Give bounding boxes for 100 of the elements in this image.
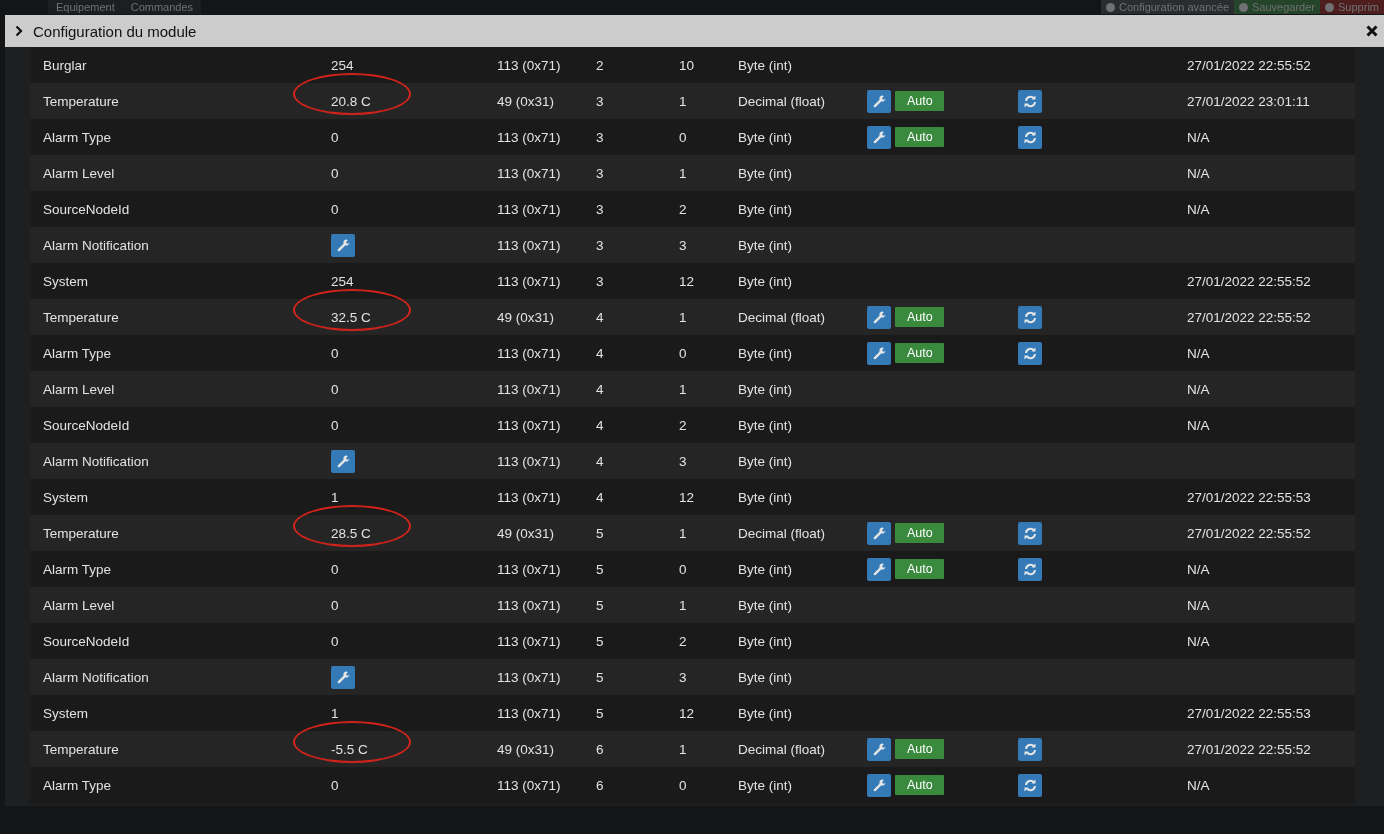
index-text: 2 [679,417,687,433]
type-text: Byte (int) [738,345,792,361]
wrench-icon [872,310,886,324]
instance-text: 49 (0x31) [497,525,555,541]
type-text: Byte (int) [738,273,792,289]
index-text: 3 [679,237,687,253]
index-text: 12 [679,705,695,721]
tab[interactable]: Equipement [48,0,123,14]
refresh-button[interactable] [1018,773,1042,797]
value-text: 0 [331,561,339,577]
wrench-button[interactable] [867,305,891,329]
auto-button[interactable]: Auto [895,307,944,327]
auto-button[interactable]: Auto [895,91,944,111]
parameter-name: System [43,489,88,505]
instance-text: 113 (0x71) [497,417,561,433]
wrench-button[interactable] [867,737,891,761]
index-text: 3 [596,129,604,145]
wrench-button[interactable] [867,521,891,545]
index-text: 4 [596,309,604,325]
delete-button[interactable]: Supprim [1320,0,1384,14]
value-text: 0 [331,345,339,361]
type-text: Byte (int) [738,669,792,685]
index-text: 4 [596,489,604,505]
refresh-button[interactable] [1018,521,1042,545]
wrench-button[interactable] [867,557,891,581]
config-button[interactable]: Configuration avancée [1100,0,1235,14]
parameter-name: Temperature [43,741,119,757]
index-text: 3 [596,237,604,253]
value-text: 0 [331,417,339,433]
index-text: 12 [679,489,695,505]
instance-text: 113 (0x71) [497,165,561,181]
refresh-button[interactable] [1018,737,1042,761]
refresh-button[interactable] [1018,557,1042,581]
index-text: 4 [596,345,604,361]
index-text: 10 [679,57,695,73]
refresh-icon [1023,778,1037,792]
type-text: Byte (int) [738,561,792,577]
auto-button[interactable]: Auto [895,523,944,543]
parameter-name: Alarm Type [43,561,112,577]
refresh-button[interactable] [1018,89,1042,113]
refresh-button[interactable] [1018,341,1042,365]
auto-button[interactable]: Auto [895,559,944,579]
type-text: Byte (int) [738,417,792,433]
parameter-name: SourceNodeId [43,417,130,433]
parameter-name: SourceNodeId [43,633,130,649]
wrench-button[interactable] [867,341,891,365]
auto-button[interactable]: Auto [895,343,944,363]
index-text: 3 [596,93,604,109]
chevron-right-icon[interactable] [15,25,23,37]
auto-button[interactable]: Auto [895,775,944,795]
parameter-name: Alarm Type [43,777,112,793]
instance-text: 113 (0x71) [497,633,561,649]
wrench-button[interactable] [867,773,891,797]
parameter-name: Alarm Notification [43,237,149,253]
index-text: 6 [596,777,604,793]
index-text: 5 [596,669,604,685]
refresh-button[interactable] [1018,125,1042,149]
wrench-button[interactable] [331,449,355,473]
value-text: 0 [331,201,339,217]
save-button[interactable]: Sauvegarder [1234,0,1321,14]
wrench-icon [872,778,886,792]
value-text: 20.8 C [331,93,371,109]
instance-text: 113 (0x71) [497,705,561,721]
type-text: Byte (int) [738,777,792,793]
wrench-icon [336,238,350,252]
parameter-name: Alarm Level [43,597,115,613]
wrench-button[interactable] [867,125,891,149]
tab[interactable]: Commandes [122,0,202,14]
parameter-name: System [43,273,88,289]
wrench-button[interactable] [331,665,355,689]
type-text: Byte (int) [738,633,792,649]
date-text: N/A [1187,777,1210,793]
index-text: 2 [679,633,687,649]
index-text: 4 [596,417,604,433]
instance-text: 113 (0x71) [497,381,561,397]
value-text: 1 [331,489,339,505]
date-text: 27/01/2022 22:55:53 [1187,489,1311,505]
wrench-button[interactable] [331,233,355,257]
date-text: N/A [1187,417,1210,433]
index-text: 1 [679,741,687,757]
date-text: 27/01/2022 22:55:52 [1187,525,1311,541]
refresh-button[interactable] [1018,305,1042,329]
index-text: 3 [679,669,687,685]
refresh-icon [1023,742,1037,756]
type-text: Byte (int) [738,165,792,181]
parameter-name: Alarm Type [43,345,112,361]
index-text: 4 [596,453,604,469]
type-text: Decimal (float) [738,741,826,757]
parameter-name: Alarm Level [43,381,115,397]
instance-text: 113 (0x71) [497,345,561,361]
wrench-icon [872,526,886,540]
auto-button[interactable]: Auto [895,127,944,147]
auto-button[interactable]: Auto [895,739,944,759]
value-text: 0 [331,633,339,649]
wrench-icon [872,94,886,108]
parameter-name: SourceNodeId [43,201,130,217]
close-icon[interactable] [1366,25,1378,37]
wrench-button[interactable] [867,89,891,113]
index-text: 0 [679,561,687,577]
instance-text: 113 (0x71) [497,237,561,253]
